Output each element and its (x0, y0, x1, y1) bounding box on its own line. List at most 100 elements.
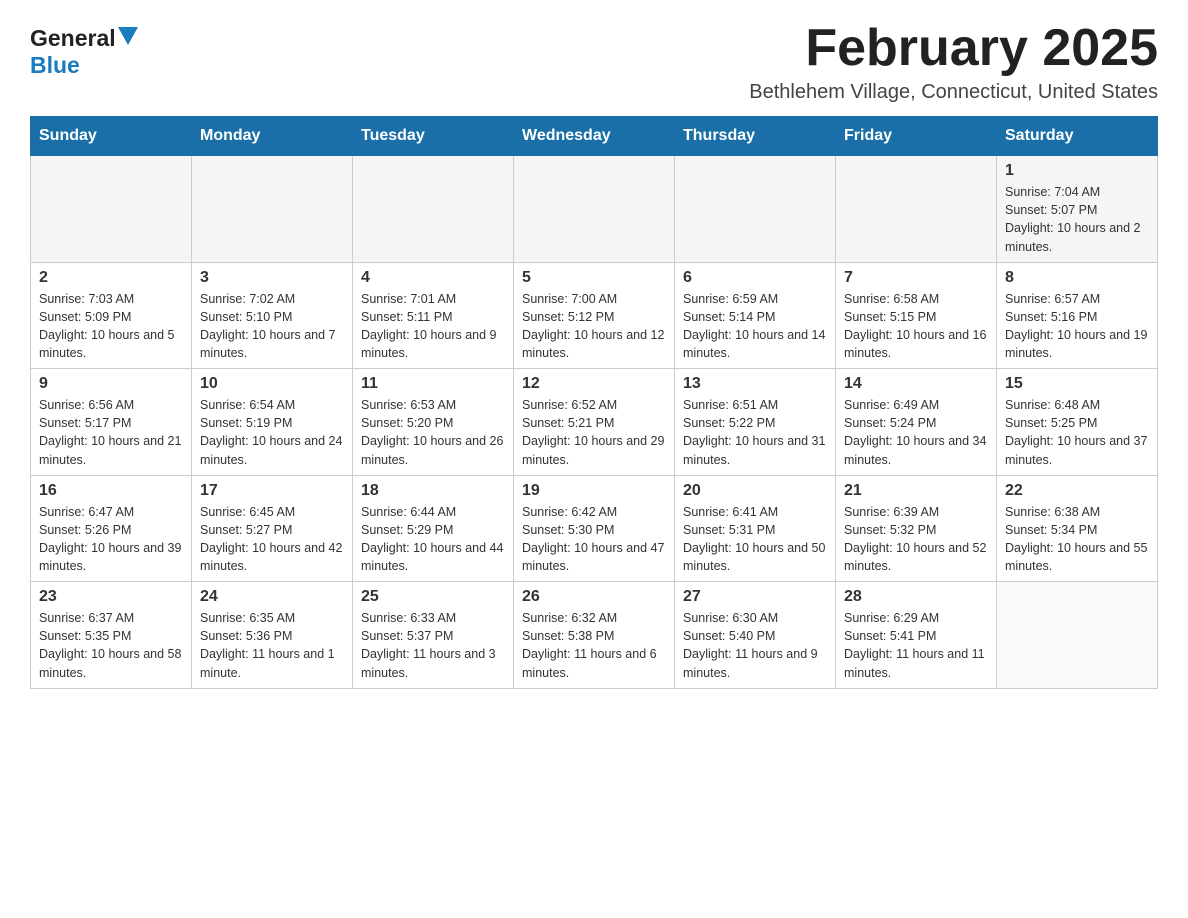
calendar-day-cell: 11 Sunrise: 6:53 AM Sunset: 5:20 PM Dayli… (353, 369, 514, 476)
calendar-day-cell (353, 156, 514, 263)
calendar-day-cell (31, 156, 192, 263)
day-info: Sunrise: 6:57 AM Sunset: 5:16 PM Dayligh… (1005, 290, 1149, 363)
calendar-day-cell: 16 Sunrise: 6:47 AM Sunset: 5:26 PM Dayli… (31, 475, 192, 582)
day-number: 7 (844, 269, 988, 287)
day-info: Sunrise: 6:37 AM Sunset: 5:35 PM Dayligh… (39, 609, 183, 682)
day-info: Sunrise: 6:47 AM Sunset: 5:26 PM Dayligh… (39, 503, 183, 576)
day-number: 21 (844, 482, 988, 500)
day-info: Sunrise: 6:29 AM Sunset: 5:41 PM Dayligh… (844, 609, 988, 682)
location-subtitle: Bethlehem Village, Connecticut, United S… (749, 81, 1158, 104)
day-number: 17 (200, 482, 344, 500)
day-of-week-header: Thursday (675, 117, 836, 156)
calendar-day-cell (514, 156, 675, 263)
day-number: 2 (39, 269, 183, 287)
day-number: 26 (522, 588, 666, 606)
day-info: Sunrise: 7:00 AM Sunset: 5:12 PM Dayligh… (522, 290, 666, 363)
day-of-week-header: Friday (836, 117, 997, 156)
day-number: 9 (39, 375, 183, 393)
day-info: Sunrise: 6:42 AM Sunset: 5:30 PM Dayligh… (522, 503, 666, 576)
calendar-day-cell: 2 Sunrise: 7:03 AM Sunset: 5:09 PM Daylig… (31, 262, 192, 369)
calendar-week-row: 9Sunrise: 6:56 AM Sunset: 5:17 PM Daylig… (31, 369, 1158, 476)
day-info: Sunrise: 6:53 AM Sunset: 5:20 PM Dayligh… (361, 396, 505, 469)
day-info: Sunrise: 7:04 AM Sunset: 5:07 PM Dayligh… (1005, 183, 1149, 256)
day-of-week-header: Monday (192, 117, 353, 156)
day-info: Sunrise: 6:35 AM Sunset: 5:36 PM Dayligh… (200, 609, 344, 682)
title-area: February 2025 Bethlehem Village, Connect… (749, 20, 1158, 104)
day-number: 23 (39, 588, 183, 606)
calendar-week-row: 23 Sunrise: 6:37 AM Sunset: 5:35 PM Dayli… (31, 582, 1158, 689)
calendar-table: SundayMondayTuesdayWednesdayThursdayFrid… (30, 116, 1158, 689)
day-info: Sunrise: 6:49 AM Sunset: 5:24 PM Dayligh… (844, 396, 988, 469)
calendar-day-cell: 4 Sunrise: 7:01 AM Sunset: 5:11 PM Daylig… (353, 262, 514, 369)
calendar-week-row: 1 Sunrise: 7:04 AM Sunset: 5:07 PM Daylig… (31, 156, 1158, 263)
calendar-day-cell: 26Sunrise: 6:32 AM Sunset: 5:38 PM Dayli… (514, 582, 675, 689)
calendar-day-cell (192, 156, 353, 263)
calendar-day-cell: 13Sunrise: 6:51 AM Sunset: 5:22 PM Dayli… (675, 369, 836, 476)
day-info: Sunrise: 6:59 AM Sunset: 5:14 PM Dayligh… (683, 290, 827, 363)
calendar-day-cell: 24 Sunrise: 6:35 AM Sunset: 5:36 PM Dayli… (192, 582, 353, 689)
day-number: 5 (522, 269, 666, 287)
calendar-day-cell: 8Sunrise: 6:57 AM Sunset: 5:16 PM Daylig… (997, 262, 1158, 369)
day-number: 1 (1005, 162, 1149, 180)
calendar-header: SundayMondayTuesdayWednesdayThursdayFrid… (31, 117, 1158, 156)
day-info: Sunrise: 6:54 AM Sunset: 5:19 PM Dayligh… (200, 396, 344, 469)
logo-general-text: General (30, 25, 116, 52)
calendar-day-cell: 17 Sunrise: 6:45 AM Sunset: 5:27 PM Dayli… (192, 475, 353, 582)
calendar-day-cell (675, 156, 836, 263)
day-of-week-header: Tuesday (353, 117, 514, 156)
calendar-day-cell: 21 Sunrise: 6:39 AM Sunset: 5:32 PM Dayli… (836, 475, 997, 582)
day-number: 28 (844, 588, 988, 606)
day-number: 22 (1005, 482, 1149, 500)
calendar-day-cell (997, 582, 1158, 689)
calendar-day-cell: 14 Sunrise: 6:49 AM Sunset: 5:24 PM Dayli… (836, 369, 997, 476)
calendar-day-cell: 19Sunrise: 6:42 AM Sunset: 5:30 PM Dayli… (514, 475, 675, 582)
day-number: 27 (683, 588, 827, 606)
day-number: 3 (200, 269, 344, 287)
day-number: 25 (361, 588, 505, 606)
month-year-title: February 2025 (749, 20, 1158, 77)
day-number: 20 (683, 482, 827, 500)
day-number: 18 (361, 482, 505, 500)
day-info: Sunrise: 7:03 AM Sunset: 5:09 PM Dayligh… (39, 290, 183, 363)
day-info: Sunrise: 6:41 AM Sunset: 5:31 PM Dayligh… (683, 503, 827, 576)
calendar-day-cell: 10 Sunrise: 6:54 AM Sunset: 5:19 PM Dayli… (192, 369, 353, 476)
calendar-day-cell: 22 Sunrise: 6:38 AM Sunset: 5:34 PM Dayli… (997, 475, 1158, 582)
day-number: 4 (361, 269, 505, 287)
calendar-day-cell: 15Sunrise: 6:48 AM Sunset: 5:25 PM Dayli… (997, 369, 1158, 476)
logo: General Blue (30, 20, 138, 79)
day-info: Sunrise: 6:38 AM Sunset: 5:34 PM Dayligh… (1005, 503, 1149, 576)
calendar-week-row: 16 Sunrise: 6:47 AM Sunset: 5:26 PM Dayli… (31, 475, 1158, 582)
day-info: Sunrise: 6:52 AM Sunset: 5:21 PM Dayligh… (522, 396, 666, 469)
day-of-week-header: Sunday (31, 117, 192, 156)
day-number: 16 (39, 482, 183, 500)
calendar-day-cell: 18 Sunrise: 6:44 AM Sunset: 5:29 PM Dayli… (353, 475, 514, 582)
calendar-day-cell: 23 Sunrise: 6:37 AM Sunset: 5:35 PM Dayli… (31, 582, 192, 689)
day-number: 14 (844, 375, 988, 393)
calendar-day-cell: 28 Sunrise: 6:29 AM Sunset: 5:41 PM Dayli… (836, 582, 997, 689)
day-info: Sunrise: 6:45 AM Sunset: 5:27 PM Dayligh… (200, 503, 344, 576)
day-info: Sunrise: 6:44 AM Sunset: 5:29 PM Dayligh… (361, 503, 505, 576)
day-number: 13 (683, 375, 827, 393)
day-of-week-header: Wednesday (514, 117, 675, 156)
calendar-day-cell (836, 156, 997, 263)
day-info: Sunrise: 6:33 AM Sunset: 5:37 PM Dayligh… (361, 609, 505, 682)
day-info: Sunrise: 6:39 AM Sunset: 5:32 PM Dayligh… (844, 503, 988, 576)
day-number: 6 (683, 269, 827, 287)
day-number: 11 (361, 375, 505, 393)
day-number: 10 (200, 375, 344, 393)
calendar-week-row: 2 Sunrise: 7:03 AM Sunset: 5:09 PM Daylig… (31, 262, 1158, 369)
calendar-day-cell: 5 Sunrise: 7:00 AM Sunset: 5:12 PM Daylig… (514, 262, 675, 369)
calendar-day-cell: 6 Sunrise: 6:59 AM Sunset: 5:14 PM Daylig… (675, 262, 836, 369)
logo-arrow-icon (118, 27, 138, 50)
days-of-week-row: SundayMondayTuesdayWednesdayThursdayFrid… (31, 117, 1158, 156)
calendar-day-cell: 7Sunrise: 6:58 AM Sunset: 5:15 PM Daylig… (836, 262, 997, 369)
day-info: Sunrise: 7:02 AM Sunset: 5:10 PM Dayligh… (200, 290, 344, 363)
day-info: Sunrise: 7:01 AM Sunset: 5:11 PM Dayligh… (361, 290, 505, 363)
day-number: 24 (200, 588, 344, 606)
header: General Blue February 2025 Bethlehem Vil… (30, 20, 1158, 104)
calendar-day-cell: 1 Sunrise: 7:04 AM Sunset: 5:07 PM Daylig… (997, 156, 1158, 263)
logo-blue-text: Blue (30, 52, 80, 78)
calendar-day-cell: 25 Sunrise: 6:33 AM Sunset: 5:37 PM Dayli… (353, 582, 514, 689)
day-of-week-header: Saturday (997, 117, 1158, 156)
calendar-body: 1 Sunrise: 7:04 AM Sunset: 5:07 PM Daylig… (31, 156, 1158, 689)
